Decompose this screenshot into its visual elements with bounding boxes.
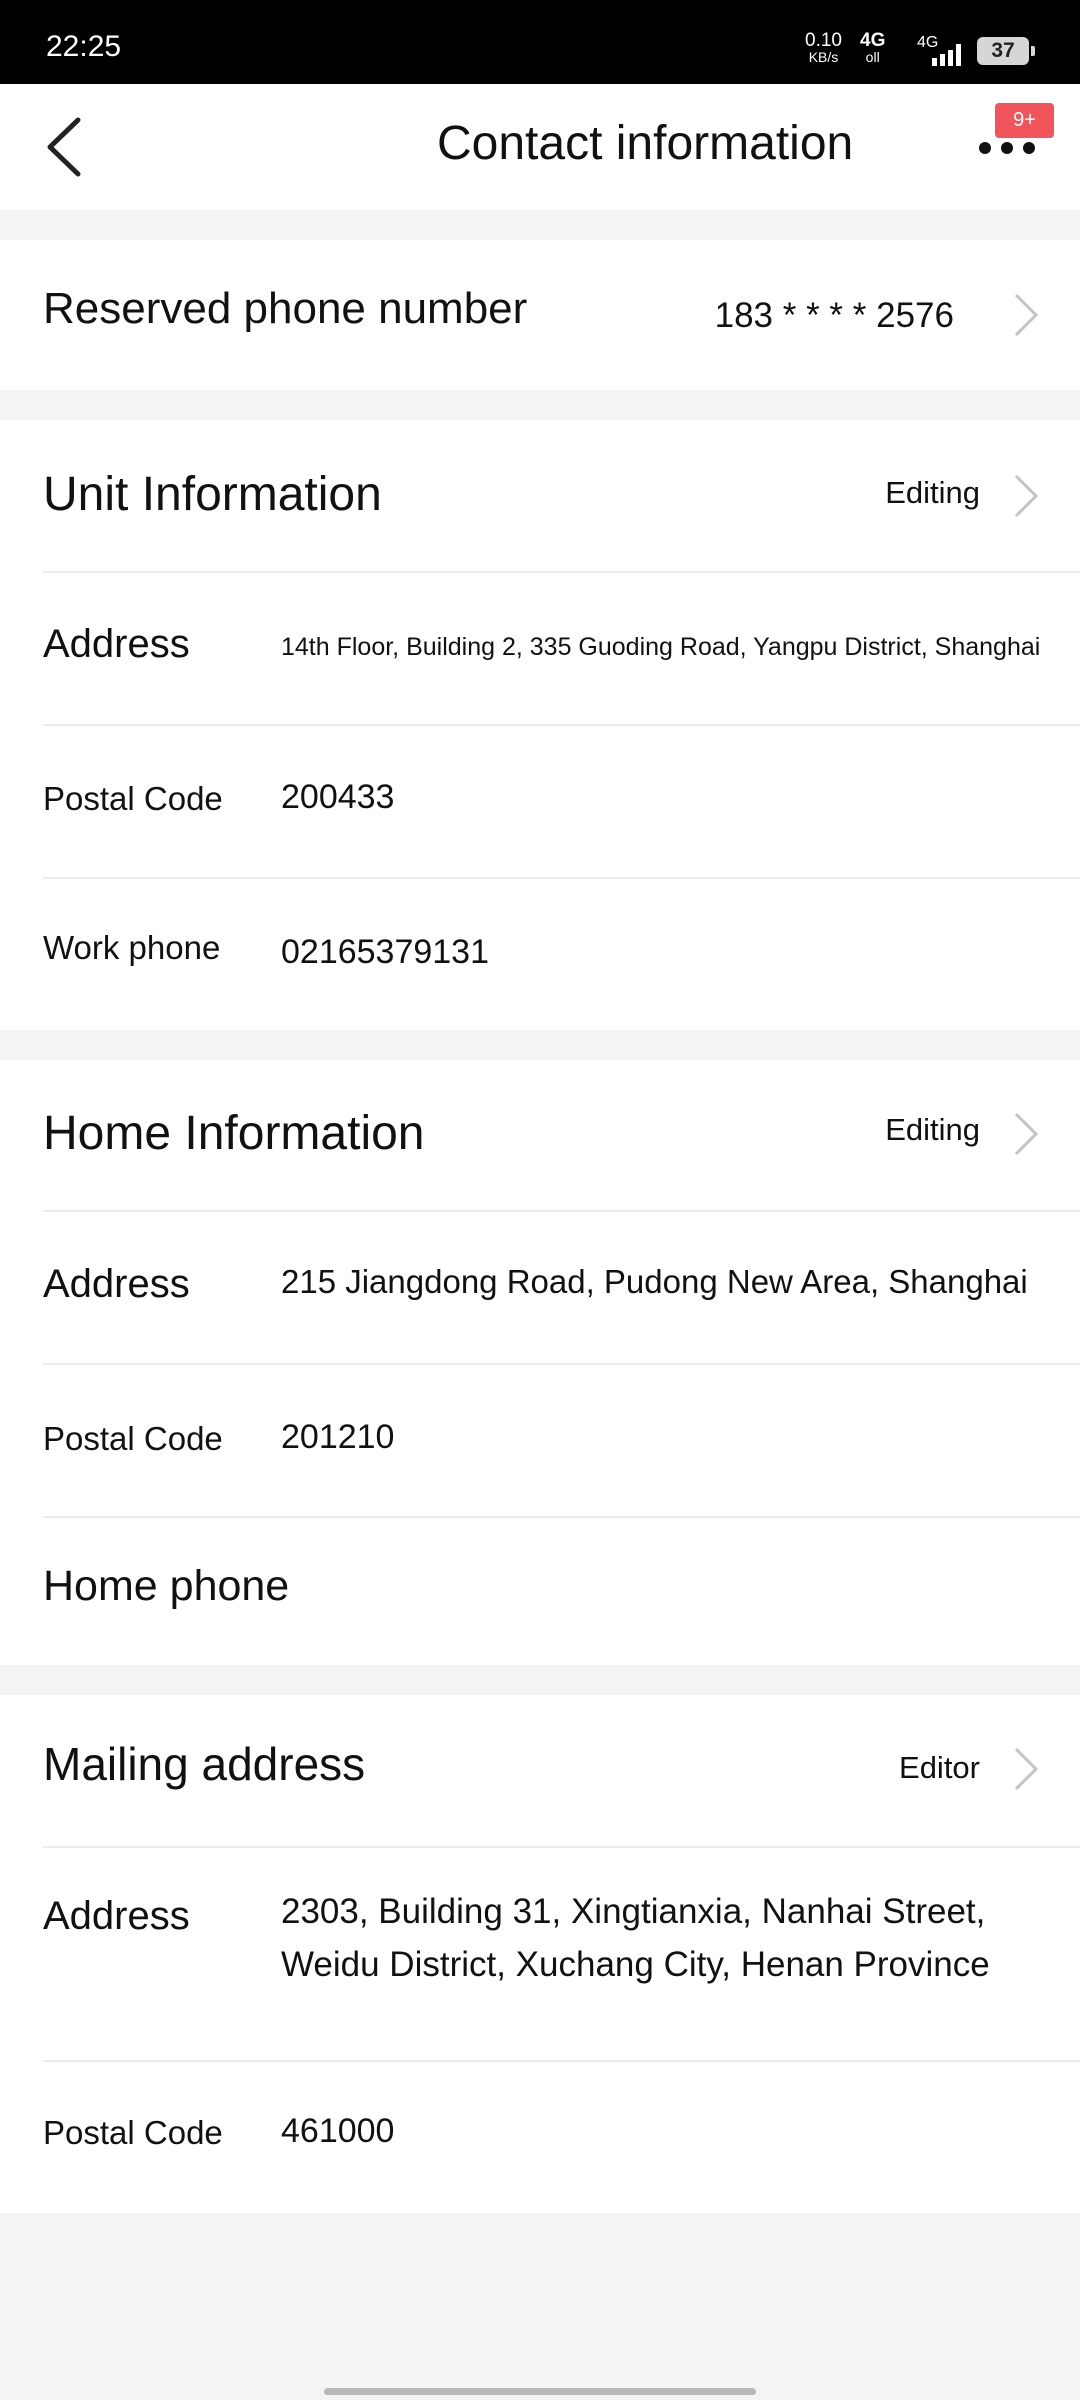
network-speed-value: 0.10 xyxy=(805,30,842,51)
chevron-right-icon xyxy=(1014,474,1039,518)
page-title: Contact information xyxy=(437,117,854,170)
home-address-row: Address 215 Jiangdong Road, Pudong New A… xyxy=(0,1212,1080,1363)
status-bar: 22:25 0.10 KB/s 4G oll 4G 37 xyxy=(0,0,1080,84)
chevron-right-icon xyxy=(1014,1747,1039,1791)
home-postal-value: 201210 xyxy=(281,1418,395,1456)
mailing-postal-row: Postal Code 461000 xyxy=(0,2062,1080,2213)
mailing-address-label: Address xyxy=(43,1894,190,1938)
reserved-phone-value: 183 * * * * 2576 xyxy=(714,296,954,335)
notification-badge: 9+ xyxy=(995,103,1054,138)
unit-address-row: Address 14th Floor, Building 2, 335 Guod… xyxy=(0,573,1080,724)
unit-postal-value: 200433 xyxy=(281,778,395,816)
unit-address-label: Address xyxy=(43,622,190,666)
unit-edit-button[interactable]: Editing xyxy=(885,475,980,511)
network-type-1-sub: oll xyxy=(865,49,880,65)
unit-work-phone-value: 02165379131 xyxy=(281,933,490,971)
unit-work-phone-label: Work phone xyxy=(43,929,221,966)
home-phone-row: Home phone xyxy=(0,1518,1080,1665)
battery-icon: 37 xyxy=(977,37,1035,65)
mailing-address-row: Address 2303, Building 31, Xingtianxia, … xyxy=(0,1848,1080,2060)
more-dot-icon xyxy=(979,142,991,154)
unit-address-value: 14th Floor, Building 2, 335 Guoding Road… xyxy=(281,633,1041,661)
home-phone-label: Home phone xyxy=(43,1562,290,1610)
mailing-address-title: Mailing address xyxy=(43,1738,366,1790)
network-type-1: 4G oll xyxy=(860,30,886,66)
top-bar: Contact information xyxy=(0,84,1080,210)
network-type-1-label: 4G xyxy=(860,30,886,51)
home-information-title: Home Information xyxy=(43,1107,425,1160)
chevron-right-icon xyxy=(1014,1112,1039,1156)
mailing-edit-button[interactable]: Editor xyxy=(899,1750,980,1786)
network-speed-unit: KB/s xyxy=(808,49,839,65)
signal-icon xyxy=(932,44,961,66)
home-address-value: 215 Jiangdong Road, Pudong New Area, Sha… xyxy=(281,1263,1028,1300)
home-postal-row: Postal Code 201210 xyxy=(0,1365,1080,1516)
home-postal-label: Postal Code xyxy=(43,1420,223,1457)
unit-information-header[interactable]: Unit Information Editing xyxy=(0,420,1080,572)
home-indicator[interactable] xyxy=(324,2388,756,2395)
mailing-address-line-1: 2303, Building 31, Xingtianxia, Nanhai S… xyxy=(281,1892,986,1931)
mailing-address-line-2: Weidu District, Xuchang City, Henan Prov… xyxy=(281,1945,990,1984)
unit-postal-label: Postal Code xyxy=(43,780,223,817)
more-dot-icon xyxy=(1023,142,1035,154)
reserved-phone-row[interactable]: Reserved phone number 183 * * * * 2576 xyxy=(0,240,1080,390)
network-speed: 0.10 KB/s xyxy=(805,30,842,66)
home-address-label: Address xyxy=(43,1262,190,1306)
status-time: 22:25 xyxy=(46,30,122,63)
back-button[interactable] xyxy=(36,114,96,180)
unit-information-section: Unit Information Editing Address 14th Fl… xyxy=(0,420,1080,1030)
chevron-right-icon xyxy=(1014,293,1039,337)
mailing-postal-value: 461000 xyxy=(281,2112,395,2150)
home-information-header[interactable]: Home Information Editing xyxy=(0,1060,1080,1210)
mailing-address-header[interactable]: Mailing address Editor xyxy=(0,1695,1080,1845)
mailing-address-section: Mailing address Editor Address 2303, Bui… xyxy=(0,1695,1080,2213)
battery-level: 37 xyxy=(991,39,1015,62)
unit-information-title: Unit Information xyxy=(43,468,382,521)
unit-work-phone-row: Work phone 02165379131 xyxy=(0,879,1080,1030)
unit-postal-row: Postal Code 200433 xyxy=(0,726,1080,877)
more-dot-icon xyxy=(1001,142,1013,154)
home-information-section: Home Information Editing Address 215 Jia… xyxy=(0,1060,1080,1665)
mailing-postal-label: Postal Code xyxy=(43,2114,223,2151)
reserved-phone-label: Reserved phone number xyxy=(43,284,528,333)
home-edit-button[interactable]: Editing xyxy=(885,1112,980,1148)
chevron-left-icon xyxy=(47,117,81,177)
